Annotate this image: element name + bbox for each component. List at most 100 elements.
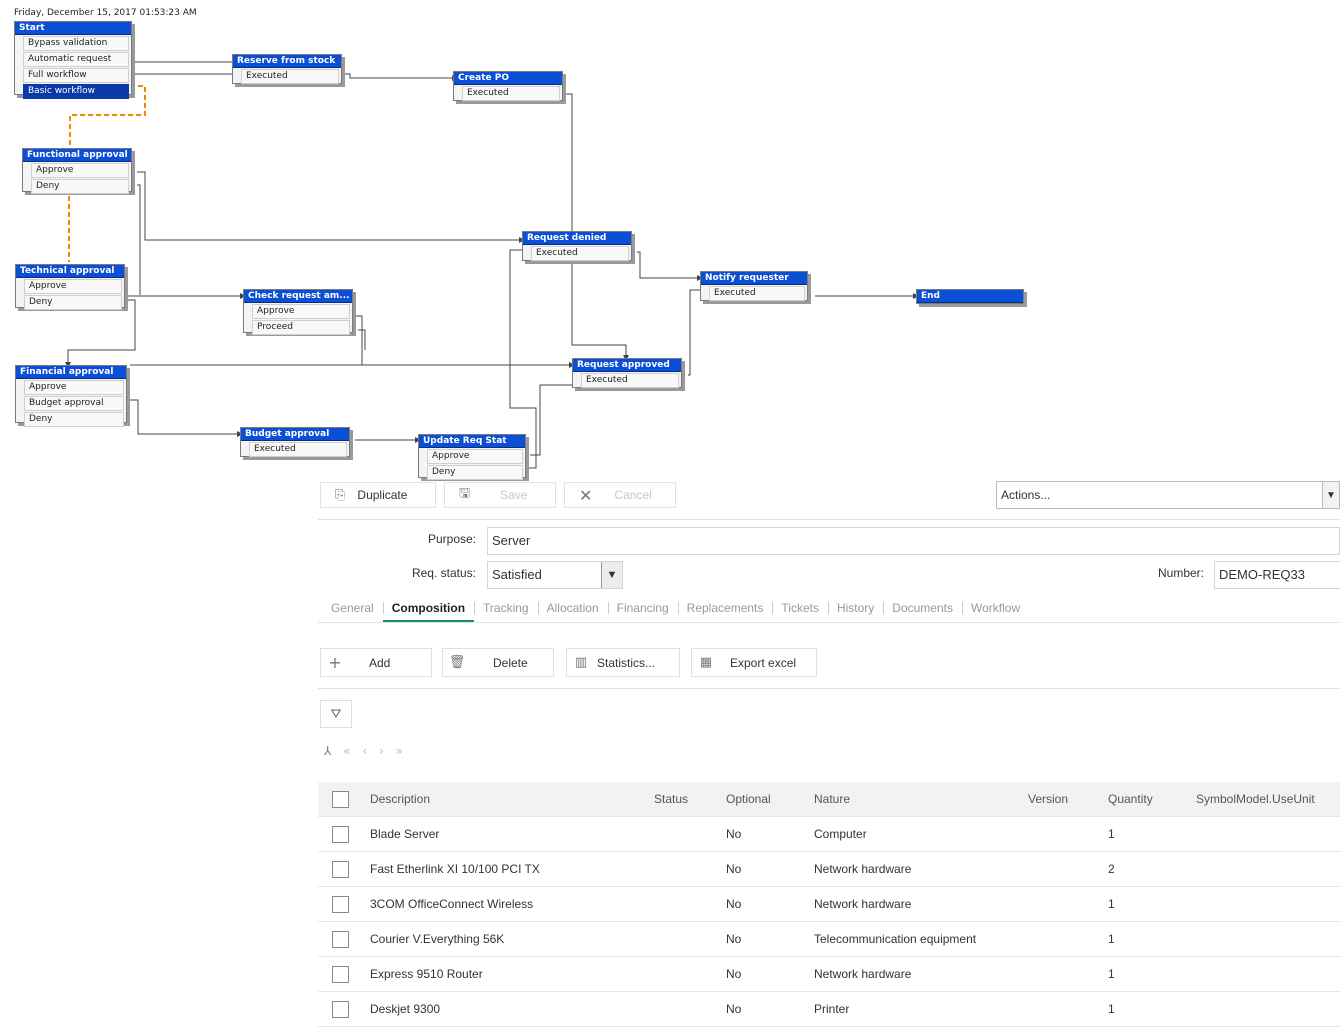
node-budget-approval[interactable]: Budget approval Executed (240, 427, 350, 457)
export-excel-button[interactable]: ▦ Export excel (691, 648, 817, 677)
add-button[interactable]: + Add (320, 648, 432, 677)
column-header[interactable]: Version (1028, 782, 1108, 817)
node-end[interactable]: End (916, 289, 1024, 304)
cell-optional: No (726, 851, 814, 887)
table-row[interactable]: Blade Server No Computer 1 (318, 816, 1340, 852)
column-header[interactable]: Optional (726, 782, 814, 817)
node-request-denied[interactable]: Request denied Executed (522, 231, 632, 261)
node-functional-approval[interactable]: Functional approval Approve Deny (22, 148, 132, 194)
tab-general[interactable]: General (322, 598, 383, 620)
node-reserve-from-stock[interactable]: Reserve from stock Executed (232, 54, 342, 84)
workflow-diagram: Friday, December 15, 2017 01:53:23 AM St… (0, 0, 1340, 480)
node-option[interactable]: Budget approval (24, 396, 124, 411)
cell-status (654, 886, 726, 922)
tab-financing[interactable]: Financing (607, 598, 678, 620)
column-header[interactable]: Description (370, 782, 654, 817)
tab-documents[interactable]: Documents (883, 598, 962, 620)
node-request-approved[interactable]: Request approved Executed (572, 358, 682, 388)
node-option[interactable]: Executed (249, 442, 347, 457)
table-row[interactable]: Express 9510 Router No Network hardware … (318, 956, 1340, 992)
node-option[interactable]: Proceed (252, 320, 350, 335)
node-option[interactable]: Full workflow (23, 68, 129, 83)
node-option[interactable]: Approve (252, 304, 350, 319)
save-button[interactable]: 🖫 Save (444, 482, 556, 508)
node-option[interactable]: Approve (31, 163, 129, 178)
node-option[interactable]: Bypass validation (23, 36, 129, 51)
table-header-row: Description Status Optional Nature Versi… (318, 782, 1340, 817)
row-checkbox[interactable] (332, 1000, 349, 1018)
tab-tickets[interactable]: Tickets (772, 598, 828, 620)
node-option[interactable]: Executed (241, 69, 339, 84)
cell-status (654, 991, 726, 1027)
cell-version (1028, 921, 1108, 957)
req-status-select[interactable]: Satisfied ▼ (487, 561, 623, 589)
filter-button[interactable]: ⛛ (320, 700, 352, 728)
tab-workflow[interactable]: Workflow (962, 598, 1029, 620)
row-checkbox[interactable] (332, 860, 349, 878)
cell-version (1028, 956, 1108, 992)
tab-composition[interactable]: Composition (382, 598, 475, 623)
duplicate-button[interactable]: ⎘ Duplicate (320, 482, 436, 508)
first-page-icon[interactable]: « (343, 744, 350, 758)
purpose-field[interactable]: Server (487, 527, 1340, 555)
column-header[interactable]: Quantity (1108, 782, 1196, 817)
node-option[interactable]: Executed (709, 286, 805, 301)
cell-description: Deskjet 9300 (370, 991, 654, 1027)
record-toolbar: ⎘ Duplicate 🖫 Save ✕ Cancel (320, 482, 676, 508)
node-option-selected[interactable]: Basic workflow (23, 84, 129, 99)
next-page-icon[interactable]: › (379, 744, 384, 758)
cell-quantity: 1 (1108, 956, 1196, 992)
node-option[interactable]: Deny (427, 465, 523, 480)
column-header[interactable]: SymbolModel.UseUnit (1196, 782, 1340, 817)
column-header[interactable]: Nature (814, 782, 1028, 817)
node-start[interactable]: Start Bypass validation Automatic reques… (14, 21, 132, 99)
node-title: Request denied (523, 232, 631, 245)
row-select-cell (318, 956, 370, 992)
table-row[interactable]: Fast Etherlink XI 10/100 PCI TX No Netwo… (318, 851, 1340, 887)
node-option[interactable]: Deny (31, 179, 129, 194)
node-option[interactable]: Executed (531, 246, 629, 261)
table-row[interactable]: 3COM OfficeConnect Wireless No Network h… (318, 886, 1340, 922)
row-checkbox[interactable] (332, 930, 349, 948)
node-notify-requester[interactable]: Notify requester Executed (700, 271, 808, 301)
table-row[interactable]: Courier V.Everything 56K No Telecommunic… (318, 921, 1340, 957)
node-option[interactable]: Executed (462, 86, 560, 101)
node-check-request[interactable]: Check request am... Approve Proceed (243, 289, 353, 335)
row-checkbox[interactable] (332, 965, 349, 983)
node-option[interactable]: Approve (24, 380, 124, 395)
node-option[interactable]: Automatic request (23, 52, 129, 67)
node-option[interactable]: Executed (581, 373, 679, 388)
node-financial-approval[interactable]: Financial approval Approve Budget approv… (15, 365, 127, 427)
row-checkbox[interactable] (332, 895, 349, 913)
cell-quantity: 2 (1108, 851, 1196, 887)
statistics-button[interactable]: ▥ Statistics... (566, 648, 680, 677)
node-option[interactable]: Approve (24, 279, 122, 294)
node-technical-approval[interactable]: Technical approval Approve Deny (15, 264, 125, 310)
tab-history[interactable]: History (827, 598, 883, 620)
node-option[interactable]: Deny (24, 412, 124, 427)
delete-button[interactable]: 🗑 Delete (442, 648, 554, 677)
row-select-cell (318, 991, 370, 1027)
table-row[interactable]: Deskjet 9300 No Printer 1 (318, 991, 1340, 1027)
column-header[interactable]: Status (654, 782, 726, 817)
cell-description: 3COM OfficeConnect Wireless (370, 886, 654, 922)
tab-allocation[interactable]: Allocation (537, 598, 608, 620)
number-field[interactable]: DEMO-REQ33 (1214, 561, 1340, 589)
last-page-icon[interactable]: » (396, 744, 403, 758)
prev-page-icon[interactable]: ‹ (362, 744, 367, 758)
tab-tracking[interactable]: Tracking (474, 598, 538, 620)
add-label: Add (369, 655, 391, 670)
node-option[interactable]: Approve (427, 449, 523, 464)
node-create-po[interactable]: Create PO Executed (453, 71, 563, 101)
node-update-req-stat[interactable]: Update Req Stat Approve Deny (418, 434, 526, 480)
tree-icon[interactable]: ⅄ (324, 744, 331, 758)
row-checkbox[interactable] (332, 825, 349, 843)
save-label: Save (500, 488, 528, 502)
cancel-button[interactable]: ✕ Cancel (564, 482, 676, 508)
node-option[interactable]: Deny (24, 295, 122, 310)
cell-nature: Computer (814, 816, 1028, 852)
actions-dropdown[interactable]: Actions... ▼ (996, 481, 1340, 509)
cell-unit (1196, 886, 1340, 922)
select-all-checkbox[interactable] (332, 790, 349, 808)
tab-replacements[interactable]: Replacements (677, 598, 773, 620)
